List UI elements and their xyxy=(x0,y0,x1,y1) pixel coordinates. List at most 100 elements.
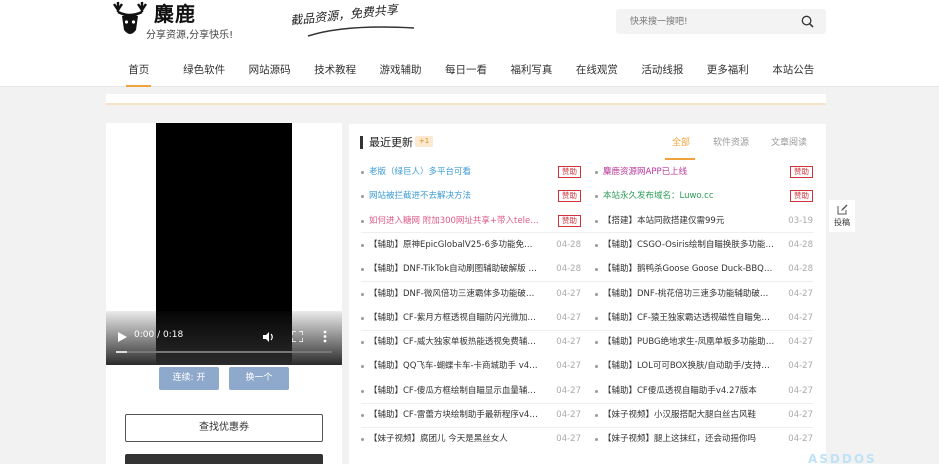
next-video-button[interactable]: 换一个 xyxy=(229,367,289,390)
list-item-title[interactable]: 本站永久发布域名：Luwo.cc xyxy=(603,185,775,207)
search-icon[interactable] xyxy=(801,15,814,28)
list-item[interactable]: 【辅助】QQ飞车-蝴蝶卡车-卡商城助手 v4.27 04-27 xyxy=(361,355,581,377)
list-item[interactable]: 【辅助】DNF-桃花倍功三速多功能辅助破解版... 04-27 xyxy=(595,283,813,305)
list-item[interactable]: 如何进入糖网 附加300网址共享+带入telegram 赞助 xyxy=(361,210,581,232)
list-item[interactable]: 【辅助】PUBG绝地求生-凤凰单板多功能助手 v4.27 04-27 xyxy=(595,331,813,353)
list-item[interactable]: 【妹子视频】腿上这抹红，还会动摇你吗 04-27 xyxy=(595,428,813,450)
list-item-title[interactable]: 【妹子视频】腿上这抹红，还会动摇你吗 xyxy=(603,428,775,450)
list-item-title[interactable]: 【辅助】CF-雷蕾方块绘制助手最新程序v4.27 xyxy=(369,404,539,426)
nav-item-tutorials[interactable]: 技术教程 xyxy=(302,54,367,87)
more-options-icon[interactable] xyxy=(323,330,327,343)
list-item-title[interactable]: 如何进入糖网 附加300网址共享+带入telegram xyxy=(369,210,539,232)
video-controls: 0:00 / 0:18 xyxy=(106,311,342,365)
nav-item-activities[interactable]: 活动线报 xyxy=(630,54,695,87)
list-item-title[interactable]: 【辅助】LOL可可BOX换肤/自动助手/支持国... xyxy=(603,355,775,377)
list-item-date: 04-27 xyxy=(788,385,813,396)
nav-item-game-assist[interactable]: 游戏辅助 xyxy=(368,54,433,87)
play-icon[interactable] xyxy=(118,332,127,342)
site-header: 麋鹿 分享资源,分享快乐! 截品资源，免费共享 首页 绿色软件 网站源码 技术教… xyxy=(0,0,939,87)
tab-software[interactable]: 软件资源 xyxy=(713,135,749,148)
list-item-title[interactable]: 【搭建】本站同款搭建仅需99元 xyxy=(603,210,775,232)
sponsor-tag: 赞助 xyxy=(558,190,581,203)
list-item-date: 04-28 xyxy=(556,239,581,250)
list-item[interactable]: 【搭建】本站同款搭建仅需99元 03-19 xyxy=(595,210,813,232)
coupon-search-button[interactable]: 查找优惠券 xyxy=(125,414,323,442)
list-item[interactable]: 【辅助】CF-猿王独家霸达透视磁性自瞄免费... 04-27 xyxy=(595,307,813,329)
list-item-title[interactable]: 【辅助】QQ飞车-蝴蝶卡车-卡商城助手 v4.27 xyxy=(369,355,539,377)
fullscreen-icon[interactable] xyxy=(292,331,303,342)
update-count-badge: +1 xyxy=(415,136,433,147)
list-item[interactable]: 【辅助】CF傻瓜透视自瞄助手v4.27版本 04-27 xyxy=(595,380,813,402)
list-item-title[interactable]: 【辅助】DNF-桃花倍功三速多功能辅助破解版... xyxy=(603,283,775,305)
list-item[interactable]: 【辅助】CF-威大独家单板热能透视免费辅助 v... 04-27 xyxy=(361,331,581,353)
video-widget: 0:00 / 0:18 连续: 开 换一个 查找优惠券 xyxy=(106,123,342,464)
list-item-title[interactable]: 【辅助】CF-傻瓜方框绘制自瞄显示血量辅助... xyxy=(369,380,539,402)
list-item-title[interactable]: 【辅助】DNF-微风倍功三速霸体多功能破解版... xyxy=(369,283,539,305)
list-item-date: 04-27 xyxy=(788,337,813,348)
list-divider xyxy=(361,426,813,428)
list-item[interactable]: 【辅助】CF-紫月方框透视自瞄防闪光微加速... 04-27 xyxy=(361,307,581,329)
list-item-title[interactable]: 【辅助】CF-猿王独家霸达透视磁性自瞄免费... xyxy=(603,307,775,329)
list-item[interactable]: 老版（绿巨人）多平台可看 赞助 xyxy=(361,161,581,183)
list-item[interactable]: 【辅助】鹅鸭杀Goose Goose Duck-BBQ免... 04-28 xyxy=(595,258,813,280)
list-item-date: 04-28 xyxy=(556,264,581,275)
list-item-title[interactable]: 老版（绿巨人）多平台可看 xyxy=(369,161,539,183)
list-item[interactable]: 网站被拦截进不去解决方法 赞助 xyxy=(361,185,581,207)
list-item-title[interactable]: 【辅助】CF-威大独家单板热能透视免费辅助 v... xyxy=(369,331,539,353)
dark-button-partial[interactable] xyxy=(125,454,323,464)
list-item-title[interactable]: 【辅助】CF傻瓜透视自瞄助手v4.27版本 xyxy=(603,380,775,402)
list-item-title[interactable]: 【妹子视频】小汉服搭配大腿白丝古风鞋 xyxy=(603,404,775,426)
tab-all[interactable]: 全部 xyxy=(672,135,690,148)
list-item[interactable]: 【辅助】CF-雷蕾方块绘制助手最新程序v4.27 04-27 xyxy=(361,404,581,426)
submit-post-button[interactable]: 投稿 xyxy=(829,200,855,232)
nav-item-software[interactable]: 绿色软件 xyxy=(171,54,236,87)
list-item[interactable]: 【辅助】LOL可可BOX换肤/自动助手/支持国... 04-27 xyxy=(595,355,813,377)
list-item[interactable]: 【辅助】DNF-微风倍功三速霸体多功能破解版... 04-27 xyxy=(361,283,581,305)
list-item[interactable]: 本站永久发布域名：Luwo.cc 赞助 xyxy=(595,185,813,207)
nav-item-more-welfare[interactable]: 更多福利 xyxy=(695,54,760,87)
nav-item-photos[interactable]: 福利写真 xyxy=(499,54,564,87)
list-item-title[interactable]: 【辅助】DNF-TikTok自动刷图辅助破解版 v4.28 xyxy=(369,258,539,280)
edit-icon xyxy=(837,204,848,215)
list-item-title[interactable]: 【辅助】PUBG绝地求生-凤凰单板多功能助手 v4.27 xyxy=(603,331,775,353)
nav-item-daily[interactable]: 每日一看 xyxy=(433,54,498,87)
list-item[interactable]: 【辅助】DNF-TikTok自动刷图辅助破解版 v4.28 04-28 xyxy=(361,258,581,280)
nav-item-home[interactable]: 首页 xyxy=(106,54,171,87)
bullet-icon xyxy=(361,365,364,369)
search-box xyxy=(616,9,826,34)
sponsor-tag: 赞助 xyxy=(558,214,581,227)
list-item-title[interactable]: 【辅助】原神EpicGlobalV25-6多功能免费板 xyxy=(369,234,539,256)
bullet-icon xyxy=(595,316,598,320)
list-divider xyxy=(361,232,813,234)
list-item[interactable]: 【辅助】CSGO-Osiris绘制自瞄换肤多功能作... 04-28 xyxy=(595,234,813,256)
list-item-date: 04-27 xyxy=(556,312,581,323)
list-item-date: 04-27 xyxy=(556,410,581,420)
search-input[interactable] xyxy=(616,9,796,34)
list-item-title[interactable]: 【辅助】CSGO-Osiris绘制自瞄换肤多功能作... xyxy=(603,234,775,256)
video-player[interactable]: 0:00 / 0:18 xyxy=(106,123,342,365)
list-item[interactable]: 【妹子视频】小汉服搭配大腿白丝古风鞋 04-27 xyxy=(595,404,813,426)
list-item-title[interactable]: 【辅助】鹅鸭杀Goose Goose Duck-BBQ免... xyxy=(603,258,775,280)
list-item[interactable]: 麋鹿资源网APP已上线 赞助 xyxy=(595,161,813,183)
nav-item-source-code[interactable]: 网站源码 xyxy=(237,54,302,87)
bullet-icon xyxy=(361,292,364,296)
site-logo[interactable]: 麋鹿 分享资源,分享快乐! xyxy=(110,0,233,42)
list-item-title[interactable]: 【辅助】CF-紫月方框透视自瞄防闪光微加速... xyxy=(369,307,539,329)
recent-updates-panel: 最近更新 +1 全部 软件资源 文章阅读 老版（绿巨人）多平台可看 赞助 网站被拦截… xyxy=(349,124,826,464)
list-item[interactable]: 【妹子视频】腐团儿 今天是黑丝女人 04-27 xyxy=(361,428,581,450)
bullet-icon xyxy=(595,414,598,417)
list-item[interactable]: 【辅助】原神EpicGlobalV25-6多功能免费板 04-28 xyxy=(361,234,581,256)
video-progress-bar[interactable] xyxy=(116,351,332,353)
list-item-title[interactable]: 网站被拦截进不去解决方法 xyxy=(369,185,539,207)
tab-articles[interactable]: 文章阅读 xyxy=(771,135,807,148)
volume-icon[interactable] xyxy=(263,331,275,343)
nav-item-online-watch[interactable]: 在线观赏 xyxy=(564,54,629,87)
list-item-title[interactable]: 【妹子视频】腐团儿 今天是黑丝女人 xyxy=(369,428,539,450)
main-nav: 首页 绿色软件 网站源码 技术教程 游戏辅助 每日一看 福利写真 在线观赏 活动… xyxy=(106,54,826,87)
autoplay-toggle-button[interactable]: 连续: 开 xyxy=(159,367,219,390)
list-item[interactable]: 【辅助】CF-傻瓜方框绘制自瞄显示血量辅助... 04-27 xyxy=(361,380,581,402)
nav-item-announcements[interactable]: 本站公告 xyxy=(761,54,826,87)
bullet-icon xyxy=(361,414,364,417)
list-item-title[interactable]: 麋鹿资源网APP已上线 xyxy=(603,161,775,183)
bullet-icon xyxy=(595,219,598,223)
